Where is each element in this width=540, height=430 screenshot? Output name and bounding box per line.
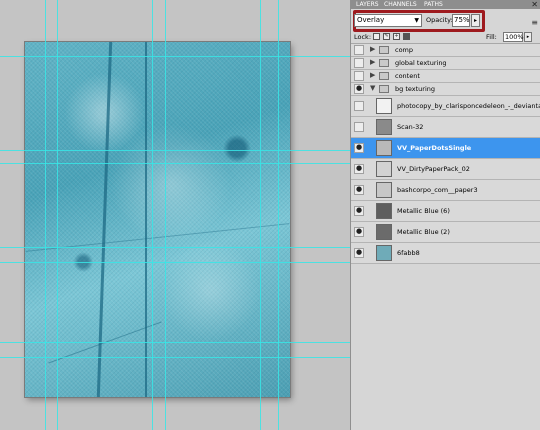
layer-name: bashcorpo_com__paper3 (397, 186, 478, 194)
group-name: content (395, 72, 420, 80)
guide-vertical (278, 0, 279, 430)
layer-row[interactable]: bashcorpo_com__paper3 (351, 180, 540, 201)
chevron-right-icon[interactable]: ▶ (370, 58, 375, 66)
lock-brush-icon[interactable]: ✎ (383, 33, 390, 40)
visibility-eye-icon[interactable] (354, 206, 364, 216)
lock-row: Lock: ✎ + Fill: 100% ▸ (351, 32, 540, 44)
opacity-label: Opacity: (426, 16, 453, 24)
folder-icon (379, 72, 389, 80)
layers-list: ▶ comp ▶ global texturing ▶ content ▼ bg textur… (351, 44, 540, 264)
visibility-eye-icon[interactable] (354, 45, 364, 55)
layer-group-row[interactable]: ▶ global texturing (351, 57, 540, 70)
visibility-eye-icon[interactable] (354, 58, 364, 68)
layer-options-row: Overlay ▼ Opacity: 75% ▸ ≡ (351, 9, 540, 32)
visibility-eye-icon[interactable] (354, 84, 364, 94)
guide-horizontal (0, 163, 350, 164)
document-canvas[interactable] (25, 42, 290, 397)
guide-horizontal (0, 247, 350, 248)
visibility-eye-icon[interactable] (354, 71, 364, 81)
layer-name: Metallic Blue (2) (397, 228, 450, 236)
visibility-eye-icon[interactable] (354, 185, 364, 195)
layer-row[interactable]: VV_PaperDotsSingle (351, 138, 540, 159)
visibility-eye-icon[interactable] (354, 227, 364, 237)
layer-row[interactable]: Scan-32 (351, 117, 540, 138)
guide-horizontal (0, 56, 350, 57)
chevron-right-icon[interactable]: ▶ (370, 71, 375, 79)
layer-name: photocopy_by_clarisponcedeleon_-_deviant… (397, 102, 540, 110)
visibility-eye-icon[interactable] (354, 143, 364, 153)
layer-row[interactable]: VV_DirtyPaperPack_02 (351, 159, 540, 180)
tab-paths[interactable]: PATHS (421, 1, 446, 9)
folder-icon (379, 59, 389, 67)
layer-name: VV_DirtyPaperPack_02 (397, 165, 470, 173)
panel-menu-icon[interactable]: ≡ (531, 18, 538, 27)
layer-thumbnail (376, 161, 392, 177)
opacity-slider-arrow[interactable]: ▸ (471, 14, 480, 27)
lock-transparency-icon[interactable] (373, 33, 380, 40)
lock-move-icon[interactable]: + (393, 33, 400, 40)
blend-mode-select[interactable]: Overlay ▼ (354, 14, 422, 27)
layer-thumbnail (376, 245, 392, 261)
guide-horizontal (0, 262, 350, 263)
guide-vertical (45, 0, 46, 430)
guide-horizontal (0, 342, 350, 343)
layer-group-row[interactable]: ▶ comp (351, 44, 540, 57)
layer-thumbnail (376, 182, 392, 198)
folder-icon (379, 85, 389, 93)
layer-thumbnail (376, 119, 392, 135)
visibility-eye-icon[interactable] (354, 101, 364, 111)
layer-row[interactable]: photocopy_by_clarisponcedeleon_-_deviant… (351, 96, 540, 117)
fill-label: Fill: (486, 33, 497, 41)
layer-thumbnail (376, 203, 392, 219)
guide-vertical (152, 0, 153, 430)
guide-vertical (57, 0, 58, 430)
layer-thumbnail (376, 140, 392, 156)
visibility-eye-icon[interactable] (354, 248, 364, 258)
layer-row[interactable]: Metallic Blue (2) (351, 222, 540, 243)
opacity-input[interactable]: 75% (452, 14, 470, 27)
layer-group-row[interactable]: ▶ content (351, 70, 540, 83)
canvas-area[interactable] (0, 0, 350, 430)
chevron-down-icon: ▼ (414, 17, 419, 24)
lock-all-icon[interactable] (403, 33, 410, 40)
layer-name: Scan-32 (397, 123, 424, 131)
layer-group-row[interactable]: ▼ bg texturing (351, 83, 540, 96)
layer-name: VV_PaperDotsSingle (397, 144, 472, 152)
close-icon[interactable]: ✕ (531, 0, 538, 9)
blend-mode-value: Overlay (357, 16, 385, 24)
folder-icon (379, 46, 389, 54)
layer-thumbnail (376, 224, 392, 240)
chevron-right-icon[interactable]: ▶ (370, 45, 375, 53)
lock-label: Lock: (354, 33, 372, 41)
layer-name: 6fabb8 (397, 249, 420, 257)
layer-name: Metallic Blue (6) (397, 207, 450, 215)
layer-row[interactable]: 6fabb8 (351, 243, 540, 264)
fill-input[interactable]: 100% (503, 32, 524, 42)
visibility-eye-icon[interactable] (354, 164, 364, 174)
group-name: global texturing (395, 59, 447, 67)
chevron-down-icon[interactable]: ▼ (370, 84, 375, 92)
guide-vertical (165, 0, 166, 430)
fill-slider-arrow[interactable]: ▸ (524, 32, 532, 42)
layers-panel: LAYERS CHANNELS PATHS ✕ Overlay ▼ Opacit… (350, 0, 540, 430)
guide-horizontal (0, 150, 350, 151)
group-name: comp (395, 46, 414, 54)
guide-horizontal (0, 357, 350, 358)
layer-row[interactable]: Metallic Blue (6) (351, 201, 540, 222)
group-name: bg texturing (395, 85, 435, 93)
tab-channels[interactable]: CHANNELS (381, 1, 420, 9)
guide-vertical (260, 0, 261, 430)
tab-layers[interactable]: LAYERS (353, 1, 382, 9)
panel-tabs: LAYERS CHANNELS PATHS ✕ (351, 0, 540, 9)
visibility-eye-icon[interactable] (354, 122, 364, 132)
layer-thumbnail (376, 98, 392, 114)
